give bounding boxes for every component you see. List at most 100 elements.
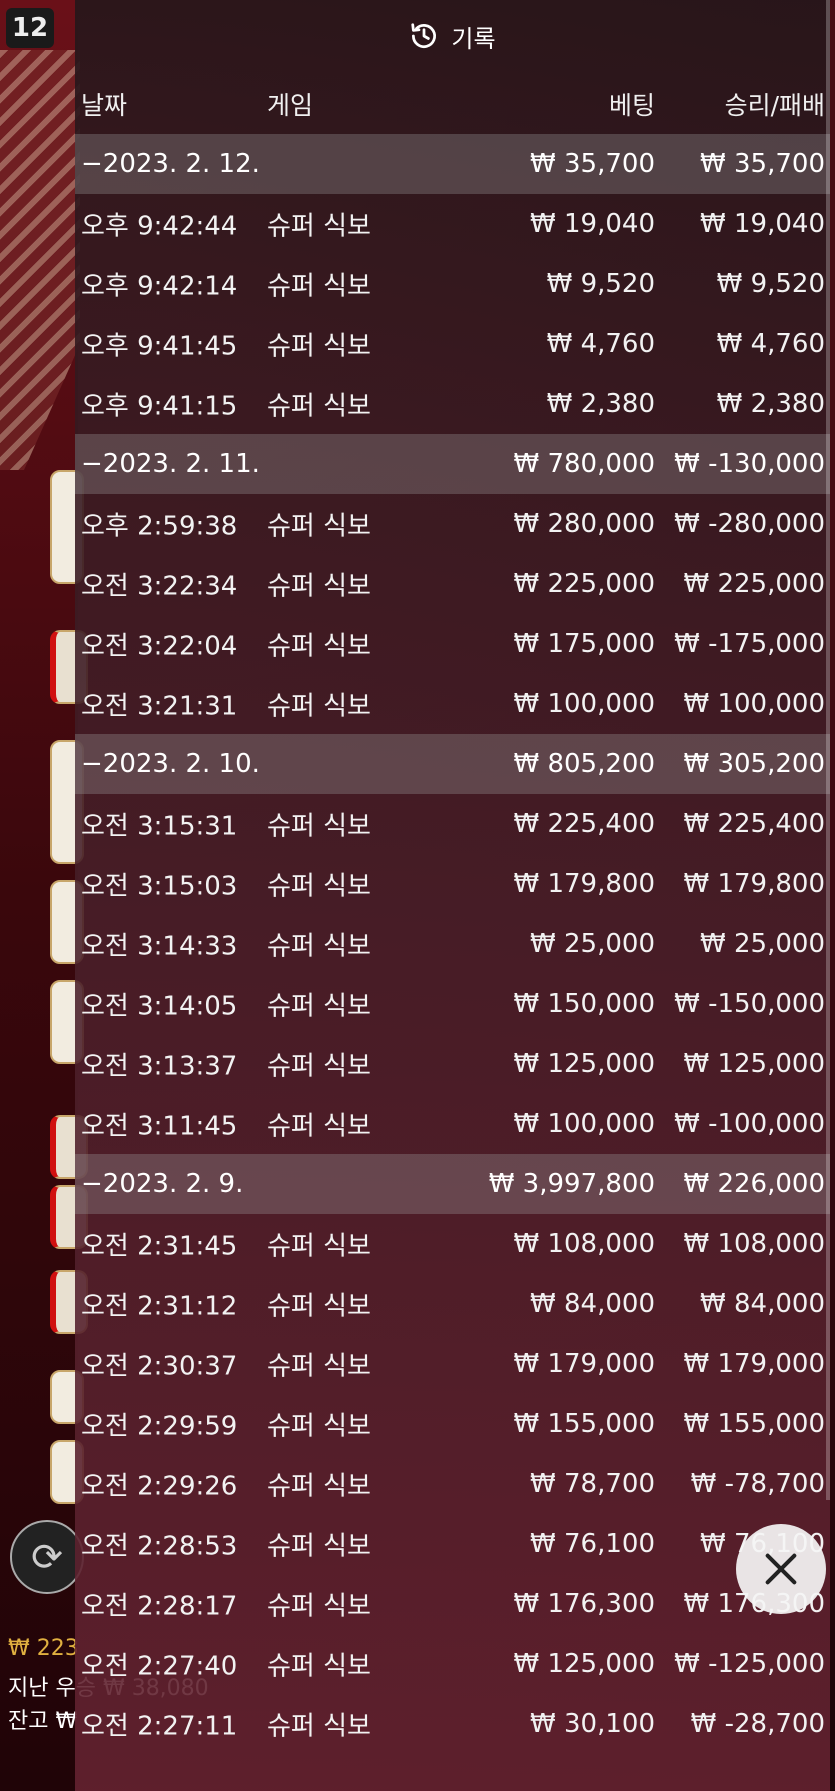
row-win-loss: ₩ 155,000 xyxy=(683,1409,826,1439)
history-row[interactable]: 오전 2:28:17슈퍼 식보₩ 176,300₩ 176,300 xyxy=(75,1574,830,1634)
row-bet: ₩ 4,760 xyxy=(546,329,655,359)
history-row[interactable]: 오전 3:21:31 슈퍼 식보 ₩ 100,000 ₩ 100,000 xyxy=(75,674,830,734)
history-row[interactable]: 오전 3:14:05 슈퍼 식보 ₩ 150,000 ₩ -150,000 xyxy=(75,974,830,1034)
group-win-total: ₩ 35,700 xyxy=(700,149,825,179)
row-time: 오전 3:22:34 xyxy=(81,571,238,602)
round-badge: 12 xyxy=(6,8,54,48)
row-time: 오전 3:14:05 xyxy=(81,991,238,1022)
date-group-header[interactable]: −2023. 2. 10. ₩ 805,200 ₩ 305,200 xyxy=(75,734,830,794)
row-game: 슈퍼 식보 xyxy=(267,1651,371,1682)
row-win-loss: ₩ 100,000 xyxy=(683,689,826,719)
date-group-header[interactable]: −2023. 2. 9. ₩ 3,997,800 ₩ 226,000 xyxy=(75,1154,830,1214)
row-win-loss: ₩ 179,000 xyxy=(683,1349,826,1379)
row-game: 슈퍼 식보 xyxy=(267,871,371,902)
history-row[interactable]: 오후 9:42:14 슈퍼 식보 ₩ 9,520 ₩ 9,520 xyxy=(75,254,830,314)
column-game: 게임 xyxy=(267,91,314,120)
row-game: 슈퍼 식보 xyxy=(267,631,371,662)
row-game: 슈퍼 식보 xyxy=(267,571,371,602)
row-time: 오전 3:14:33 xyxy=(81,931,238,962)
history-row[interactable]: 오전 3:22:04 슈퍼 식보 ₩ 175,000 ₩ -175,000 xyxy=(75,614,830,674)
row-win-loss: ₩ 179,800 xyxy=(683,869,826,899)
row-win-loss: ₩ -125,000 xyxy=(674,1649,825,1679)
group-bet-total: ₩ 35,700 xyxy=(530,149,655,179)
row-bet: ₩ 225,400 xyxy=(513,809,656,839)
row-time: 오전 3:22:04 xyxy=(81,631,238,662)
row-game: 슈퍼 식보 xyxy=(267,211,371,242)
panel-header: 기록 xyxy=(75,0,830,72)
row-bet: ₩ 9,520 xyxy=(546,269,655,299)
history-row[interactable]: 오전 2:27:11 슈퍼 식보 ₩ 30,100 ₩ -28,700 xyxy=(75,1694,830,1754)
row-time: 오전 2:31:45 xyxy=(81,1231,238,1262)
history-row[interactable]: 오전 3:15:03 슈퍼 식보 ₩ 179,800 ₩ 179,800 xyxy=(75,854,830,914)
row-bet: ₩ 84,000 xyxy=(530,1289,655,1319)
row-bet: ₩ 25,000 xyxy=(530,929,655,959)
history-row[interactable]: 오전 2:28:53슈퍼 식보₩ 76,100₩ 76,100 xyxy=(75,1514,830,1574)
row-win-loss: ₩ 9,520 xyxy=(716,269,825,299)
row-bet: ₩ 125,000 xyxy=(513,1049,656,1079)
balance-amount: ₩ 223 xyxy=(8,1636,79,1661)
row-win-loss: ₩ 25,000 xyxy=(700,929,825,959)
balance-label: 잔고 ₩ xyxy=(8,1709,78,1734)
history-row[interactable]: 오후 2:59:38 슈퍼 식보 ₩ 280,000 ₩ -280,000 xyxy=(75,494,830,554)
history-row[interactable]: 오전 3:15:31 슈퍼 식보 ₩ 225,400 ₩ 225,400 xyxy=(75,794,830,854)
row-game: 슈퍼 식보 xyxy=(267,1411,371,1442)
history-row[interactable]: 오전 2:29:59 슈퍼 식보 ₩ 155,000 ₩ 155,000 xyxy=(75,1394,830,1454)
history-row[interactable]: 오전 2:27:40 슈퍼 식보 ₩ 125,000 ₩ -125,000 xyxy=(75,1634,830,1694)
scrollbar[interactable] xyxy=(826,0,830,1500)
date-group-header[interactable]: −2023. 2. 11. ₩ 780,000 ₩ -130,000 xyxy=(75,434,830,494)
row-time: 오후 9:41:15 xyxy=(81,391,238,422)
row-game: 슈퍼 식보 xyxy=(267,691,371,722)
history-row[interactable]: 오후 9:42:44 슈퍼 식보 ₩ 19,040 ₩ 19,040 xyxy=(75,194,830,254)
row-game: 슈퍼 식보 xyxy=(267,1471,371,1502)
column-header: 날짜 게임 베팅 승리/패배 xyxy=(75,72,830,134)
date-group-header[interactable]: −2023. 2. 12. ₩ 35,700 ₩ 35,700 xyxy=(75,134,830,194)
group-bet-total: ₩ 780,000 xyxy=(513,449,656,479)
history-row[interactable]: 오전 2:31:45 슈퍼 식보 ₩ 108,000 ₩ 108,000 xyxy=(75,1214,830,1274)
row-bet: ₩ 150,000 xyxy=(513,989,656,1019)
row-game: 슈퍼 식보 xyxy=(267,1591,371,1622)
row-game: 슈퍼 식보 xyxy=(267,1051,371,1082)
history-row[interactable]: 오전 2:29:26 슈퍼 식보 ₩ 78,700 ₩ -78,700 xyxy=(75,1454,830,1514)
row-game: 슈퍼 식보 xyxy=(267,391,371,422)
row-time: 오후 2:59:38 xyxy=(81,511,238,542)
row-bet: ₩ 179,800 xyxy=(513,869,656,899)
row-bet: ₩ 155,000 xyxy=(513,1409,656,1439)
history-list[interactable]: −2023. 2. 12. ₩ 35,700 ₩ 35,700 오후 9:42:44 슈… xyxy=(75,134,830,1754)
row-time: 오후 9:42:44 xyxy=(81,211,238,242)
row-time: 오전 3:11:45 xyxy=(81,1111,238,1142)
row-time: 오전 3:21:31 xyxy=(81,691,238,722)
panel-title: 기록 xyxy=(451,24,496,53)
row-win-loss: ₩ -78,700 xyxy=(690,1469,825,1499)
row-bet: ₩ 30,100 xyxy=(530,1709,655,1739)
row-time: 오후 9:42:14 xyxy=(81,271,238,302)
history-row[interactable]: 오전 3:14:33 슈퍼 식보 ₩ 25,000 ₩ 25,000 xyxy=(75,914,830,974)
column-date: 날짜 xyxy=(81,91,128,120)
row-win-loss: ₩ -175,000 xyxy=(674,629,825,659)
row-bet: ₩ 19,040 xyxy=(530,209,655,239)
row-win-loss: ₩ 2,380 xyxy=(716,389,825,419)
history-panel: 기록 날짜 게임 베팅 승리/패배 −2023. 2. 12. ₩ 35,700 ₩… xyxy=(75,0,830,1791)
row-win-loss: ₩ -150,000 xyxy=(674,989,825,1019)
row-win-loss: ₩ 4,760 xyxy=(716,329,825,359)
row-game: 슈퍼 식보 xyxy=(267,1531,371,1562)
row-time: 오전 2:31:12 xyxy=(81,1291,238,1322)
row-bet: ₩ 76,100 xyxy=(530,1529,655,1559)
row-win-loss: ₩ -28,700 xyxy=(690,1709,825,1739)
row-time: 오전 2:27:11 xyxy=(81,1711,238,1742)
close-button[interactable] xyxy=(736,1524,826,1614)
history-row[interactable]: 오후 9:41:15 슈퍼 식보 ₩ 2,380 ₩ 2,380 xyxy=(75,374,830,434)
history-row[interactable]: 오전 2:30:37 슈퍼 식보 ₩ 179,000 ₩ 179,000 xyxy=(75,1334,830,1394)
row-bet: ₩ 100,000 xyxy=(513,689,656,719)
group-date: −2023. 2. 12. xyxy=(81,149,260,179)
history-row[interactable]: 오전 2:31:12 슈퍼 식보 ₩ 84,000 ₩ 84,000 xyxy=(75,1274,830,1334)
history-row[interactable]: 오전 3:11:45 슈퍼 식보 ₩ 100,000 ₩ -100,000 xyxy=(75,1094,830,1154)
history-row[interactable]: 오후 9:41:45 슈퍼 식보 ₩ 4,760 ₩ 4,760 xyxy=(75,314,830,374)
row-game: 슈퍼 식보 xyxy=(267,1291,371,1322)
repeat-icon[interactable]: ⟳ xyxy=(10,1520,84,1594)
row-game: 슈퍼 식보 xyxy=(267,811,371,842)
row-bet: ₩ 175,000 xyxy=(513,629,656,659)
history-row[interactable]: 오전 3:13:37 슈퍼 식보 ₩ 125,000 ₩ 125,000 xyxy=(75,1034,830,1094)
history-row[interactable]: 오전 3:22:34 슈퍼 식보 ₩ 225,000 ₩ 225,000 xyxy=(75,554,830,614)
row-game: 슈퍼 식보 xyxy=(267,1111,371,1142)
row-game: 슈퍼 식보 xyxy=(267,1711,371,1742)
